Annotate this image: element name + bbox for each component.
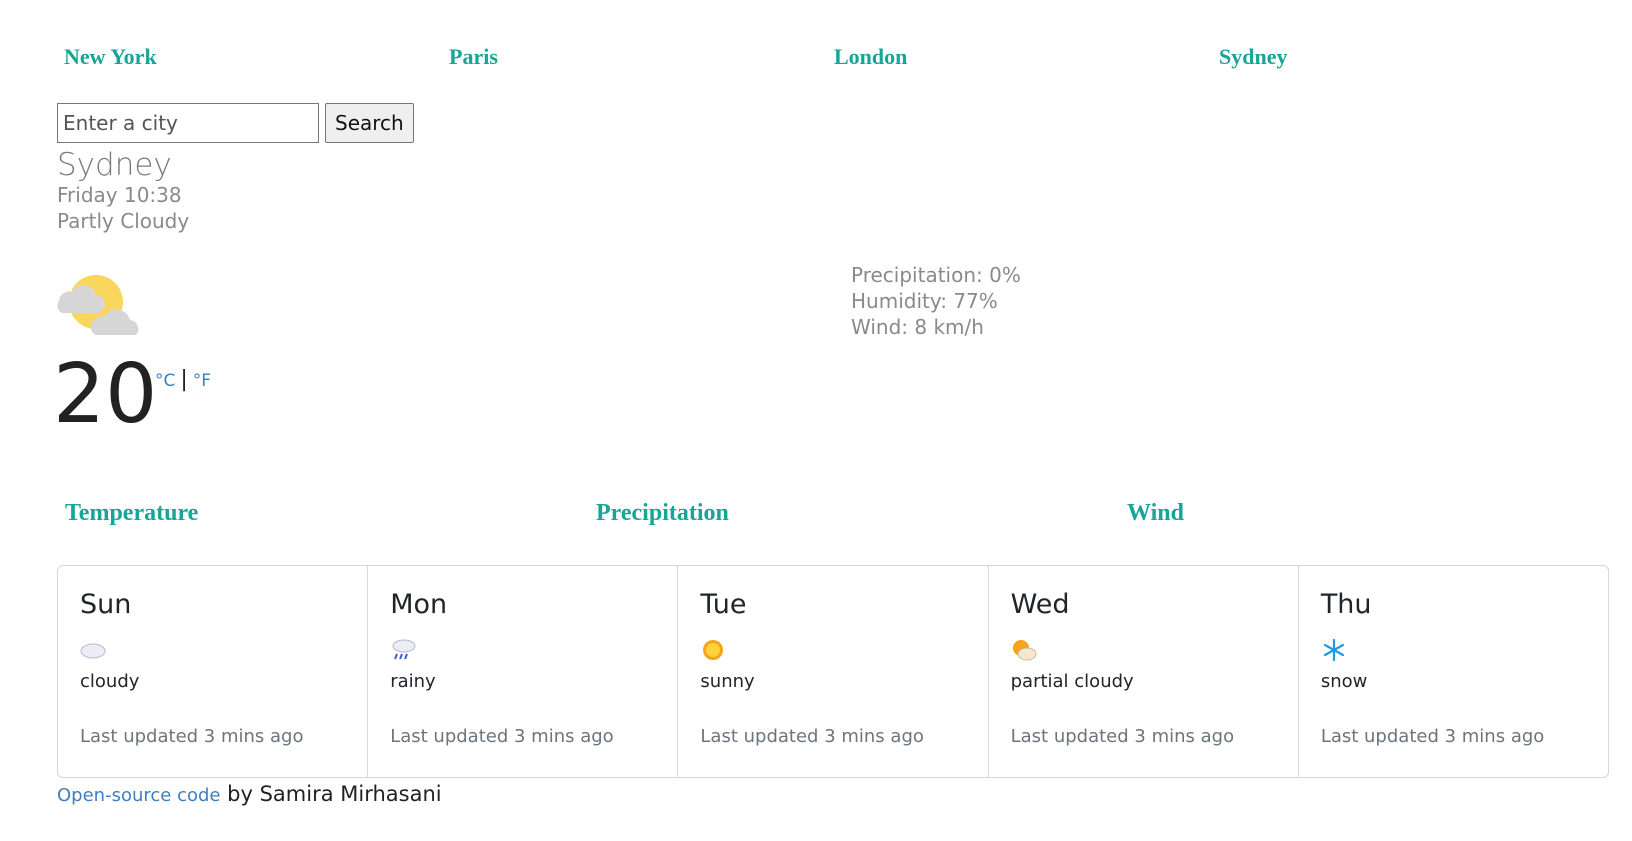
weather-app: New York Paris London Sydney Search Sydn… bbox=[0, 0, 1632, 841]
partly-cloudy-icon bbox=[57, 275, 139, 335]
city-link-sydney[interactable]: Sydney bbox=[1219, 44, 1604, 70]
city-link-new-york[interactable]: New York bbox=[64, 44, 449, 70]
unit-separator: | bbox=[180, 367, 188, 392]
current-datetime: Friday 10:38 bbox=[57, 183, 182, 207]
tab-wind[interactable]: Wind bbox=[1127, 500, 1632, 527]
wind-value: Wind: 8 km/h bbox=[851, 315, 984, 339]
forecast-day: Thu bbox=[1320, 589, 1372, 620]
forecast-card-tue: Tue sunny Last updated 3 mins ago bbox=[678, 566, 989, 777]
forecast-day: Mon bbox=[390, 589, 448, 620]
cloud-icon bbox=[80, 643, 106, 659]
search-input[interactable] bbox=[57, 103, 319, 143]
weather-details: Precipitation: 0% Humidity: 77% Wind: 8 … bbox=[851, 262, 1021, 340]
forecast-updated: Last updated 3 mins ago bbox=[390, 726, 614, 747]
forecast-day: Sun bbox=[80, 589, 132, 620]
forecast-description: sunny bbox=[700, 671, 755, 692]
fahrenheit-link[interactable]: °F bbox=[193, 371, 211, 391]
sun-icon bbox=[703, 640, 724, 660]
celsius-link[interactable]: °C bbox=[155, 371, 175, 391]
forecast-updated: Last updated 3 mins ago bbox=[80, 726, 304, 747]
forecast-description: cloudy bbox=[80, 671, 140, 692]
unit-toggle: °C | °F bbox=[155, 367, 211, 392]
footer-author: by Samira Mirhasani bbox=[220, 782, 442, 806]
partly-cloudy-icon bbox=[1012, 640, 1037, 661]
current-city-name: Sydney bbox=[57, 147, 172, 183]
forecast-description: partial cloudy bbox=[1010, 671, 1134, 692]
snowflake-icon bbox=[1323, 638, 1344, 662]
open-source-link[interactable]: Open-source code bbox=[57, 785, 220, 806]
forecast-updated: Last updated 3 mins ago bbox=[1010, 726, 1235, 747]
humidity-value: Humidity: 77% bbox=[851, 289, 998, 313]
forecast-card-thu: Thu snow Last updated 3 mins ago bbox=[1299, 566, 1608, 777]
city-link-london[interactable]: London bbox=[834, 44, 1219, 70]
forecast-card-group: Sun cloudy Last updated 3 mins ago Mon r… bbox=[57, 565, 1609, 778]
current-temperature: 20 bbox=[53, 347, 158, 442]
city-nav: New York Paris London Sydney bbox=[64, 44, 1604, 70]
forecast-description: rainy bbox=[390, 671, 436, 692]
city-link-paris[interactable]: Paris bbox=[449, 44, 834, 70]
forecast-day: Wed bbox=[1010, 589, 1070, 620]
forecast-card-mon: Mon rainy Last updated 3 mins ago bbox=[368, 566, 679, 777]
forecast-updated: Last updated 3 mins ago bbox=[700, 726, 924, 747]
forecast-card-sun: Sun cloudy Last updated 3 mins ago bbox=[58, 566, 369, 777]
search-button[interactable]: Search bbox=[325, 103, 414, 143]
footer: Open-source code by Samira Mirhasani bbox=[57, 782, 442, 806]
forecast-day: Tue bbox=[700, 589, 747, 620]
rain-icon bbox=[392, 639, 416, 660]
tab-temperature[interactable]: Temperature bbox=[65, 500, 596, 527]
forecast-description: snow bbox=[1320, 671, 1368, 692]
forecast-card-wed: Wed partial cloudy Last updated 3 mins a… bbox=[989, 566, 1299, 777]
precipitation-value: Precipitation: 0% bbox=[851, 263, 1021, 287]
tab-precipitation[interactable]: Precipitation bbox=[596, 500, 1127, 527]
current-condition: Partly Cloudy bbox=[57, 209, 190, 233]
chart-tabs: Temperature Precipitation Wind bbox=[65, 500, 1632, 527]
search-form: Search bbox=[57, 103, 414, 143]
forecast-updated: Last updated 3 mins ago bbox=[1320, 726, 1545, 747]
